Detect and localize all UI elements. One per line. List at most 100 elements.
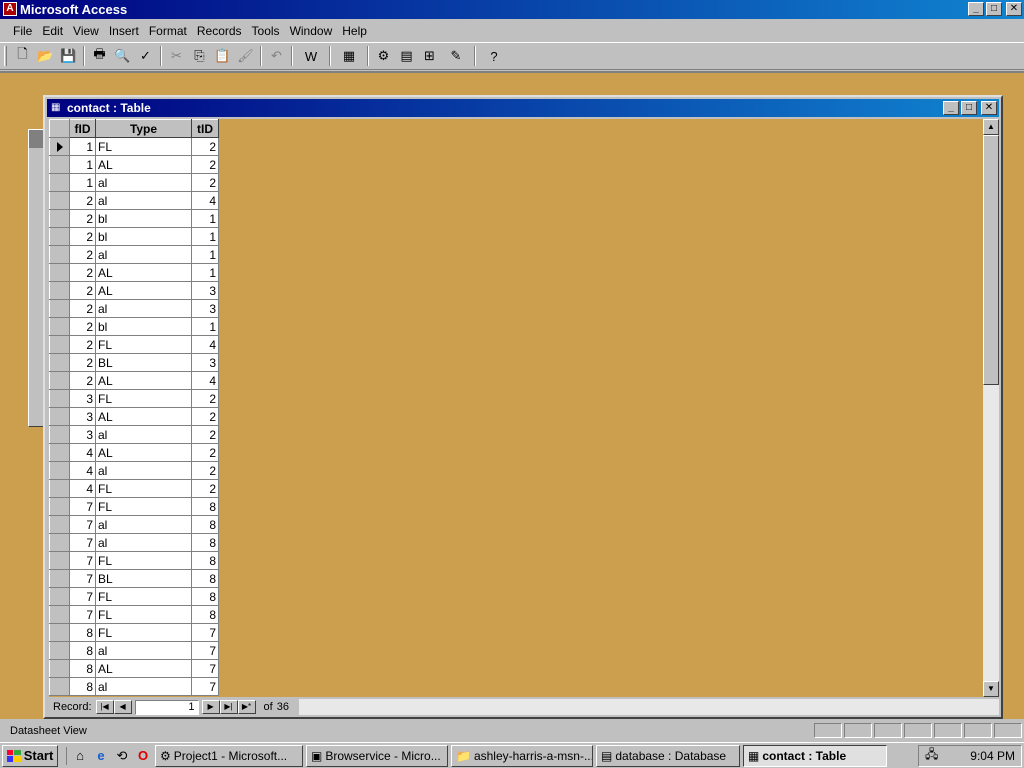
record-selector[interactable] [49,425,70,444]
fid-cell[interactable]: 2 [69,317,96,336]
table-row[interactable]: 7 al 8 [49,515,219,534]
table-row[interactable]: 8 AL 7 [49,659,219,678]
save-icon[interactable]: 💾 [57,45,80,67]
tid-cell[interactable]: 2 [191,137,219,156]
first-record-icon[interactable]: |◀ [95,700,114,714]
spelling-icon[interactable]: ✓ [134,45,157,67]
record-selector[interactable] [49,515,70,534]
tid-cell[interactable]: 8 [191,551,219,570]
cut-icon[interactable]: ✂ [165,45,188,67]
tid-cell[interactable]: 7 [191,659,219,678]
record-selector[interactable] [49,263,70,282]
record-selector[interactable] [49,209,70,228]
table-row[interactable]: 7 FL 8 [49,497,219,516]
app-minimize-button[interactable]: _ [968,2,984,16]
record-selector[interactable] [49,353,70,372]
table-minimize-button[interactable]: _ [943,101,959,115]
tid-cell[interactable]: 4 [191,335,219,354]
fid-cell[interactable]: 2 [69,245,96,264]
record-selector[interactable] [49,461,70,480]
type-cell[interactable]: AL [95,263,192,282]
scroll-down-icon[interactable]: ▼ [983,681,999,697]
table-row[interactable]: 1 AL 2 [49,155,219,174]
tid-cell[interactable]: 1 [191,317,219,336]
type-cell[interactable]: AL [95,281,192,300]
fid-cell[interactable]: 7 [69,605,96,624]
menu-records[interactable]: Records [192,24,247,38]
undo-icon[interactable]: ↶ [265,45,288,67]
channels-icon[interactable]: ⟲ [113,747,131,765]
tid-cell[interactable]: 7 [191,623,219,642]
type-cell[interactable]: FL [95,479,192,498]
network-tray-icon[interactable]: 🖧 [925,745,938,766]
record-selector[interactable] [49,443,70,462]
tid-cell[interactable]: 3 [191,281,219,300]
table-row[interactable]: 7 FL 8 [49,587,219,606]
table-row[interactable]: 3 al 2 [49,425,219,444]
record-selector[interactable] [49,155,70,174]
relationships-icon[interactable]: ⊞ [418,45,441,67]
tid-cell[interactable]: 8 [191,605,219,624]
scroll-thumb[interactable] [983,135,999,385]
type-cell[interactable]: FL [95,605,192,624]
table-row[interactable]: 1 al 2 [49,173,219,192]
record-selector[interactable] [49,407,70,426]
tid-cell[interactable]: 2 [191,461,219,480]
open-folder-icon[interactable]: 📂 [34,45,57,67]
select-all-corner[interactable] [49,119,70,138]
current-record-input[interactable]: 1 [134,699,199,715]
office-links-dropdown-icon[interactable]: W [296,45,326,67]
app-close-button[interactable]: ✕ [1006,2,1022,16]
type-cell[interactable]: al [95,191,192,210]
record-selector[interactable] [49,137,70,156]
table-row[interactable]: 7 FL 8 [49,551,219,570]
print-preview-icon[interactable]: 🔍 [111,45,134,67]
table-row[interactable]: 8 al 7 [49,677,219,696]
table-row[interactable]: 7 FL 8 [49,605,219,624]
record-selector[interactable] [49,299,70,318]
fid-cell[interactable]: 7 [69,551,96,570]
record-selector[interactable] [49,605,70,624]
type-cell[interactable]: AL [95,407,192,426]
format-painter-icon[interactable]: 🖌 [234,45,257,67]
type-cell[interactable]: AL [95,443,192,462]
fid-cell[interactable]: 3 [69,407,96,426]
table-row[interactable]: 8 al 7 [49,641,219,660]
table-row[interactable]: 7 al 8 [49,533,219,552]
record-selector[interactable] [49,173,70,192]
table-row[interactable]: 2 AL 1 [49,263,219,282]
fid-cell[interactable]: 7 [69,533,96,552]
table-row[interactable]: 2 AL 4 [49,371,219,390]
type-cell[interactable]: al [95,245,192,264]
vertical-scrollbar[interactable]: ▲ ▼ [983,119,999,697]
table-row[interactable]: 4 al 2 [49,461,219,480]
table-row[interactable]: 1 FL 2 [49,137,219,156]
fid-cell[interactable]: 2 [69,263,96,282]
tid-cell[interactable]: 2 [191,407,219,426]
record-selector[interactable] [49,281,70,300]
datasheet-grid-area[interactable]: fID Type tID 1 FL 2 1 AL 2 1 al 2 2 al 4 2 bl 1 2 bl 1 2 al 1 2… [49,119,983,697]
tid-cell[interactable]: 1 [191,209,219,228]
type-cell[interactable]: al [95,299,192,318]
table-close-button[interactable]: ✕ [981,101,997,115]
tid-cell[interactable]: 1 [191,263,219,282]
fid-cell[interactable]: 2 [69,353,96,372]
show-desktop-icon[interactable]: ⌂ [71,747,89,765]
app-title-bar[interactable]: A Microsoft Access _ □ ✕ [0,0,1024,19]
fid-cell[interactable]: 8 [69,659,96,678]
record-selector[interactable] [49,245,70,264]
menu-insert[interactable]: Insert [104,24,144,38]
fid-cell[interactable]: 1 [69,173,96,192]
type-cell[interactable]: al [95,173,192,192]
record-selector[interactable] [49,497,70,516]
table-row[interactable]: 2 al 4 [49,191,219,210]
fid-cell[interactable]: 4 [69,479,96,498]
record-selector[interactable] [49,569,70,588]
tid-cell[interactable]: 2 [191,443,219,462]
record-selector[interactable] [49,659,70,678]
tid-cell[interactable]: 2 [191,479,219,498]
tid-cell[interactable]: 7 [191,641,219,660]
table-row[interactable]: 3 AL 2 [49,407,219,426]
type-cell[interactable]: al [95,461,192,480]
table-window-title-bar[interactable]: ▦ contact : Table _ □ ✕ [47,99,999,117]
